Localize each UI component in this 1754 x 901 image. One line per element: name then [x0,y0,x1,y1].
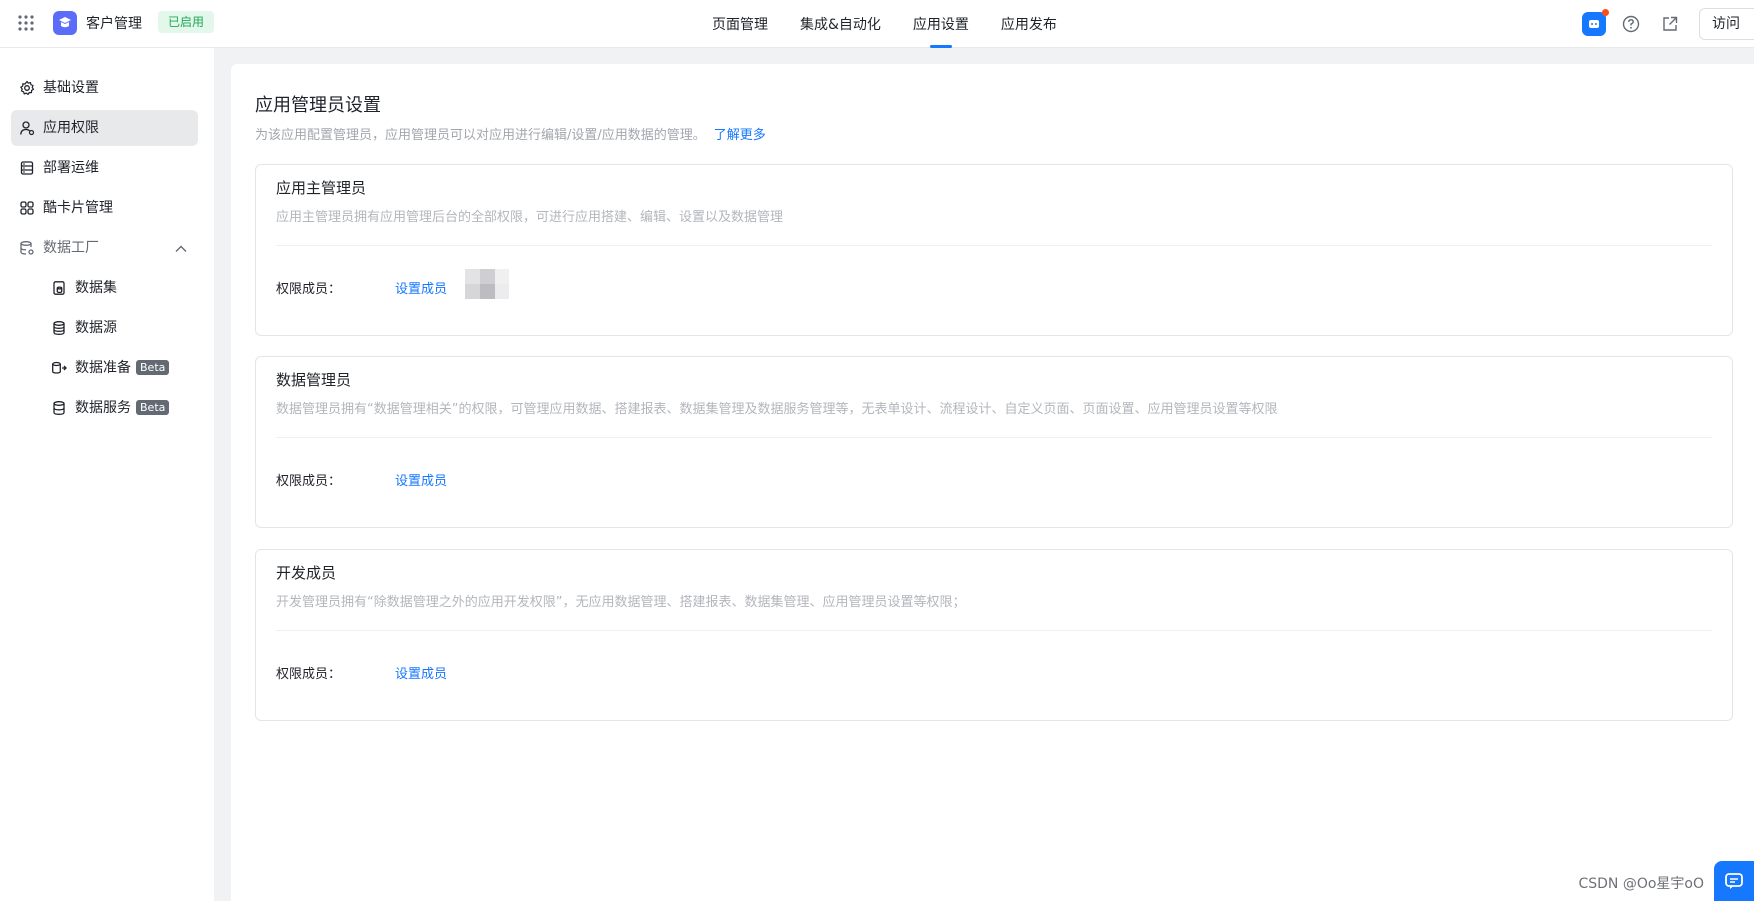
top-right-actions: 访问 [1582,0,1754,48]
set-members-button[interactable]: 设置成员 [395,278,447,297]
sidebar-item-data-factory[interactable]: 数据工厂 [11,230,198,266]
sidebar: 基础设置 应用权限 部署运维 酷卡片管理 数据工厂 数据集 数据源 数据准备 Be… [0,48,214,901]
card-description: 应用主管理员拥有应用管理后台的全部权限，可进行应用搭建、编辑、设置以及数据管理 [276,210,784,225]
card-title: 开发成员 [276,564,337,582]
top-bar: 客户管理 已启用 页面管理 集成&自动化 应用设置 应用发布 访问 [0,0,1754,48]
sidebar-item-label: 数据源 [75,320,117,336]
help-icon[interactable] [1621,14,1641,34]
member-label: 权限成员： [276,667,342,682]
gear-icon [20,80,35,95]
sidebar-item-label: 数据工厂 [43,240,99,256]
data-service-icon [53,401,65,415]
chat-float-icon[interactable] [1714,861,1754,901]
divider [276,630,1712,631]
sidebar-item-label: 数据服务 [75,400,131,416]
sidebar-item-data-source[interactable]: 数据源 [11,310,198,346]
top-nav: 页面管理 集成&自动化 应用设置 应用发布 [712,0,1057,48]
sidebar-item-label: 数据准备 [75,360,131,376]
sidebar-item-app-permissions[interactable]: 应用权限 [11,110,198,146]
card-main-admin: 应用主管理员 应用主管理员拥有应用管理后台的全部权限，可进行应用搭建、编辑、设置… [255,164,1733,336]
database-gear-icon [20,241,34,255]
notification-dot [1602,9,1609,16]
visit-button[interactable]: 访问 [1699,8,1754,40]
sidebar-item-data-service[interactable]: 数据服务 Beta [11,390,198,426]
data-prep-icon [52,361,67,374]
app-grid-icon[interactable] [17,14,35,32]
member-label: 权限成员： [276,282,342,297]
sidebar-item-label: 基础设置 [43,80,99,96]
external-link-icon[interactable] [1660,14,1680,34]
tab-app-settings[interactable]: 应用设置 [913,0,969,48]
member-label: 权限成员： [276,474,342,489]
user-icon [20,121,35,136]
tab-page-management[interactable]: 页面管理 [712,0,768,48]
sidebar-item-deploy-ops[interactable]: 部署运维 [11,150,198,186]
page-description: 为该应用配置管理员，应用管理员可以对应用进行编辑/设置/应用数据的管理。 了解更多 [255,124,766,143]
sidebar-item-cool-cards[interactable]: 酷卡片管理 [11,190,198,226]
learn-more-link[interactable]: 了解更多 [714,128,766,143]
avatar[interactable] [465,269,509,299]
tab-integration-automation[interactable]: 集成&自动化 [800,0,881,48]
sidebar-item-label: 应用权限 [43,120,99,136]
beta-badge: Beta [136,400,170,415]
beta-badge: Beta [136,360,170,375]
server-icon [20,161,34,175]
set-members-button[interactable]: 设置成员 [395,663,447,682]
card-description: 数据管理员拥有“数据管理相关”的权限，可管理应用数据、搭建报表、数据集管理及数据… [276,402,1278,417]
card-title: 数据管理员 [276,371,352,389]
sidebar-item-data-prep[interactable]: 数据准备 Beta [11,350,198,386]
main-content: 应用管理员设置 为该应用配置管理员，应用管理员可以对应用进行编辑/设置/应用数据… [231,64,1754,901]
sidebar-item-basic-settings[interactable]: 基础设置 [11,70,198,106]
status-badge: 已启用 [158,11,215,33]
app-name: 客户管理 [86,16,142,32]
sidebar-item-dataset[interactable]: 数据集 [11,270,198,306]
dataset-icon [53,281,65,295]
sidebar-item-label: 数据集 [75,280,117,296]
page-description-text: 为该应用配置管理员，应用管理员可以对应用进行编辑/设置/应用数据的管理。 [255,128,706,143]
page-title: 应用管理员设置 [255,95,381,116]
database-icon [53,321,65,335]
assistant-icon[interactable] [1582,9,1609,36]
cards-icon [20,201,34,215]
sidebar-item-label: 酷卡片管理 [43,200,113,216]
divider [276,245,1712,246]
chevron-up-icon[interactable] [174,242,188,256]
tab-app-publish[interactable]: 应用发布 [1001,0,1057,48]
watermark: CSDN @Oo星宇oO [1578,876,1704,892]
sidebar-item-label: 部署运维 [43,160,99,176]
set-members-button[interactable]: 设置成员 [395,470,447,489]
card-description: 开发管理员拥有“除数据管理之外的应用开发权限”，无应用数据管理、搭建报表、数据集… [276,595,966,610]
divider [276,437,1712,438]
card-developers: 开发成员 开发管理员拥有“除数据管理之外的应用开发权限”，无应用数据管理、搭建报… [255,549,1733,721]
card-data-admin: 数据管理员 数据管理员拥有“数据管理相关”的权限，可管理应用数据、搭建报表、数据… [255,356,1733,528]
card-title: 应用主管理员 [276,179,367,197]
app-logo-icon [53,11,77,35]
